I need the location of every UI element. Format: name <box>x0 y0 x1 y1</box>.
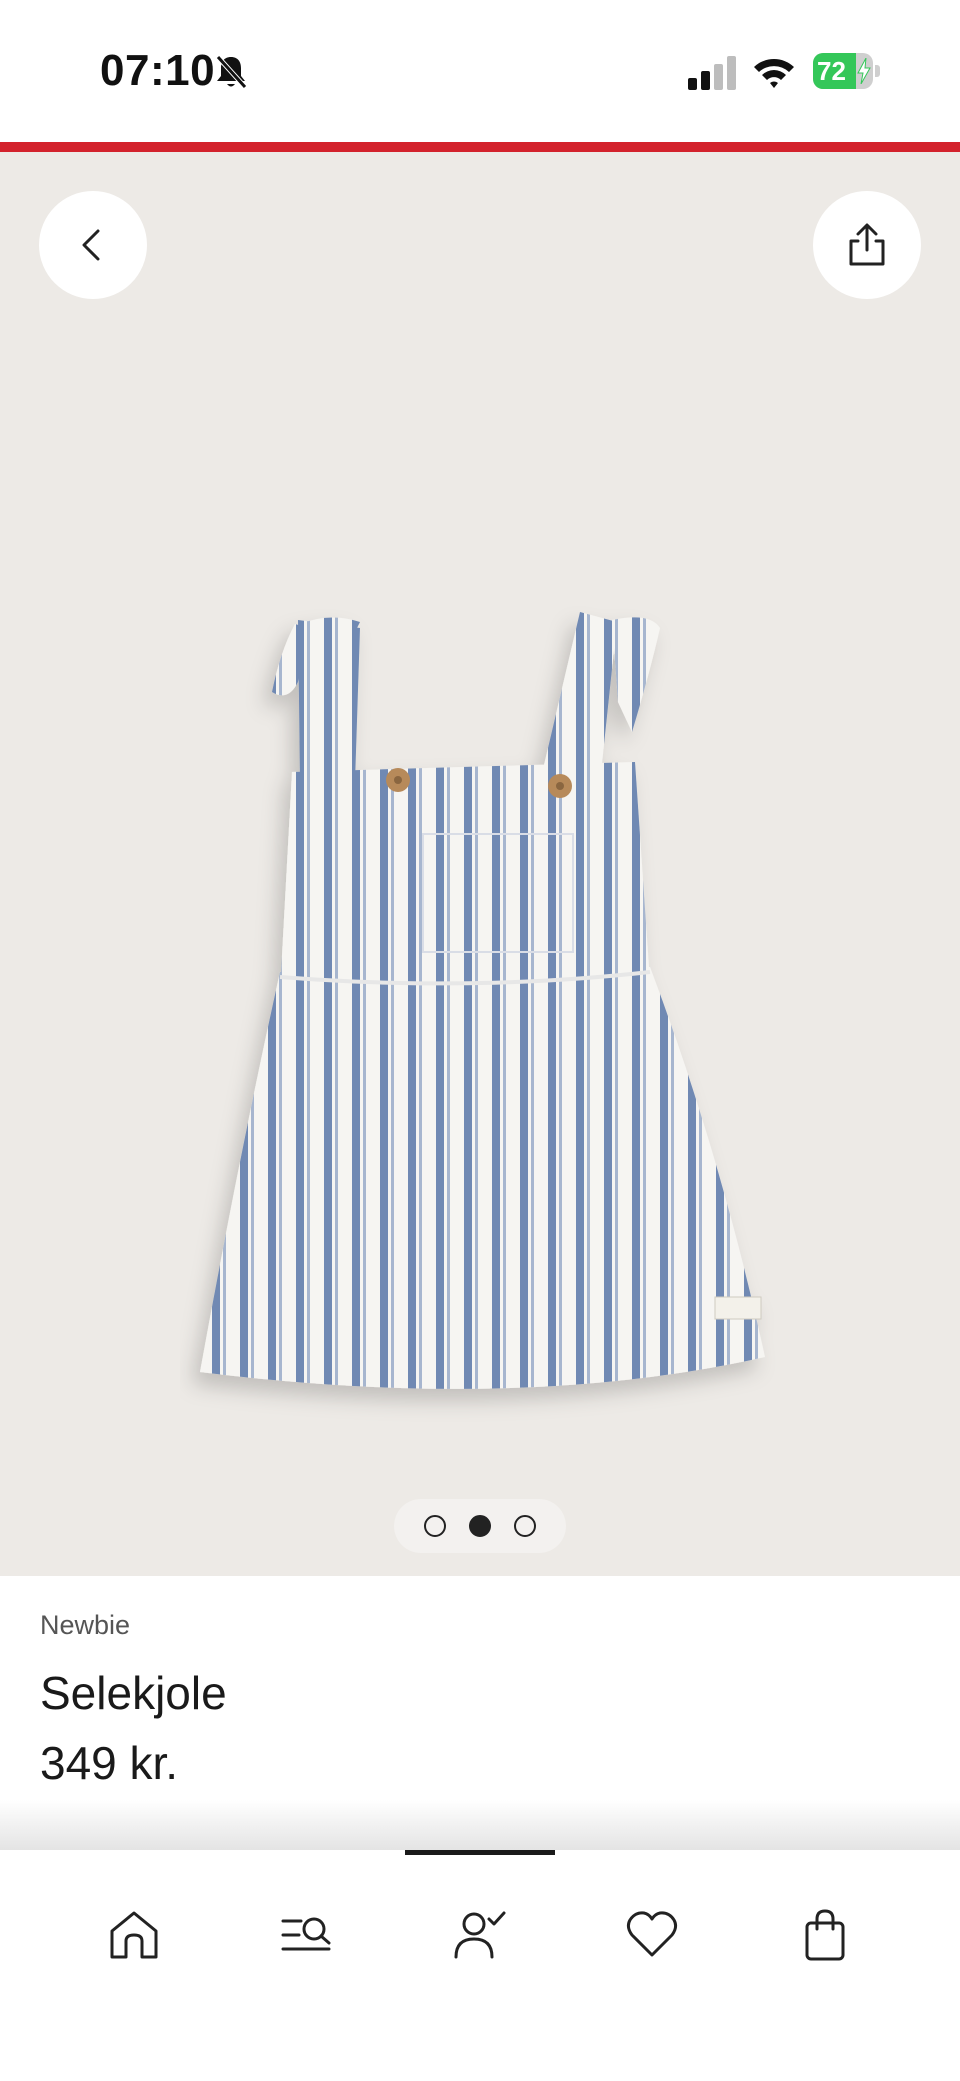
status-bar: 07:10 72 <box>0 0 960 142</box>
cellular-signal-icon <box>688 56 736 90</box>
nav-home[interactable] <box>99 1900 169 1970</box>
product-image[interactable] <box>180 452 780 1432</box>
status-time: 07:10 <box>100 46 216 95</box>
bolt-icon <box>857 58 871 84</box>
bottom-navigation <box>0 1850 960 2081</box>
pagination-dot-active[interactable] <box>468 1515 491 1537</box>
heart-icon <box>626 1911 678 1957</box>
image-pagination[interactable] <box>394 1499 566 1553</box>
nav-indicator <box>405 1850 555 1855</box>
account-check-icon <box>454 1911 506 1959</box>
home-icon <box>110 1911 158 1959</box>
product-brand[interactable]: Newbie <box>40 1610 130 1641</box>
search-list-icon <box>281 1917 331 1951</box>
pagination-dot[interactable] <box>423 1515 446 1537</box>
wifi-icon <box>754 59 794 88</box>
nav-bag[interactable] <box>790 1900 860 1970</box>
accent-line <box>0 142 960 152</box>
chevron-left-icon <box>82 229 100 261</box>
product-gallery[interactable] <box>0 152 960 1576</box>
shopping-bag-icon <box>805 1909 845 1961</box>
pagination-dot[interactable] <box>514 1515 537 1537</box>
share-icon <box>849 223 885 266</box>
nav-favorites[interactable] <box>617 1900 687 1970</box>
nav-account[interactable] <box>445 1900 515 1970</box>
bell-slash-icon <box>216 55 247 89</box>
back-button[interactable] <box>39 191 147 299</box>
battery-percent: 72 <box>817 56 846 86</box>
nav-search[interactable] <box>272 1900 342 1970</box>
share-button[interactable] <box>813 191 921 299</box>
battery-charging-icon: 72 <box>813 53 881 89</box>
product-price: 349 kr. <box>40 1737 179 1789</box>
scroll-fade <box>0 1800 960 1850</box>
product-title: Selekjole <box>40 1667 227 1719</box>
